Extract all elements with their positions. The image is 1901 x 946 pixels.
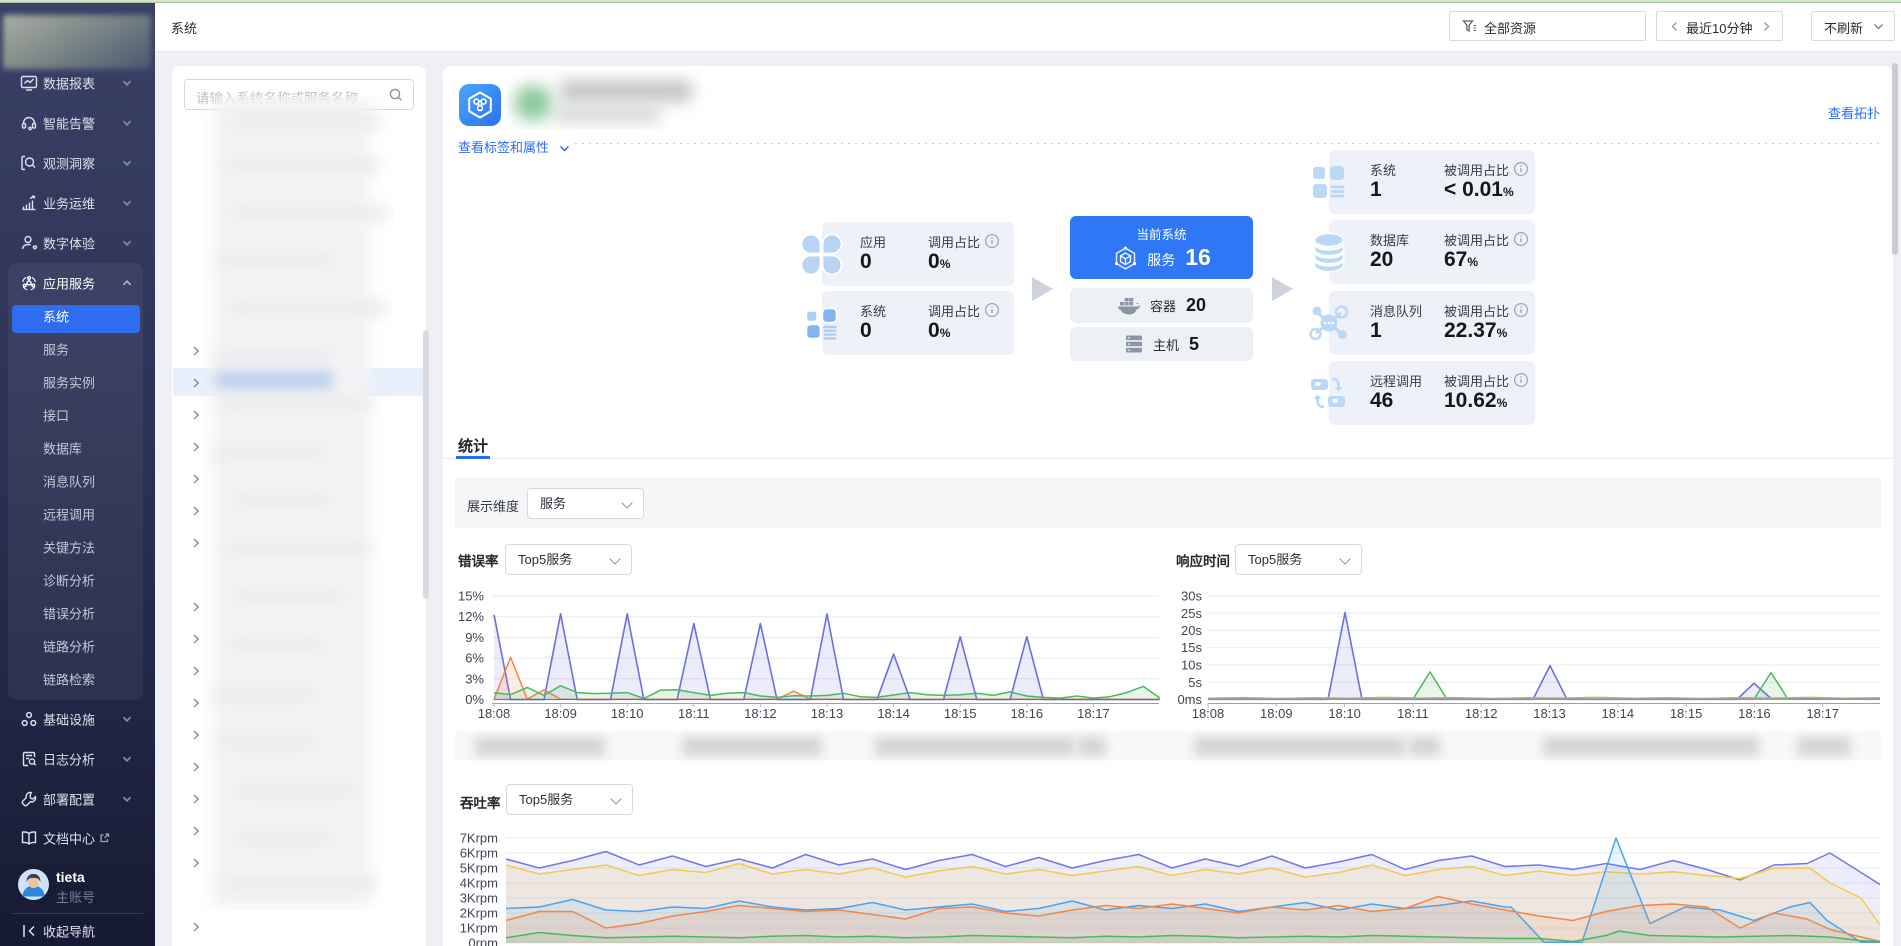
svg-text:6%: 6% [465, 651, 484, 666]
svg-text:18:12: 18:12 [1465, 706, 1498, 721]
svg-text:3Krpm: 3Krpm [460, 891, 498, 906]
svg-text:5s: 5s [1188, 675, 1202, 690]
svg-text:5Krpm: 5Krpm [460, 861, 498, 876]
svg-text:10s: 10s [1181, 658, 1202, 673]
svg-text:6Krpm: 6Krpm [460, 846, 498, 861]
svg-text:3%: 3% [465, 671, 484, 686]
svg-text:12%: 12% [458, 609, 484, 624]
svg-text:18:11: 18:11 [1397, 706, 1429, 721]
svg-text:0%: 0% [465, 692, 484, 707]
svg-text:18:08: 18:08 [1192, 706, 1225, 721]
svg-text:15%: 15% [458, 589, 484, 604]
svg-text:0rpm: 0rpm [468, 936, 498, 946]
svg-text:0ms: 0ms [1177, 692, 1202, 707]
svg-text:30s: 30s [1181, 589, 1202, 604]
svg-text:9%: 9% [465, 630, 484, 645]
svg-text:18:09: 18:09 [544, 706, 577, 721]
svg-text:18:12: 18:12 [744, 706, 777, 721]
svg-text:18:16: 18:16 [1011, 706, 1044, 721]
svg-text:18:17: 18:17 [1077, 706, 1110, 721]
svg-text:18:14: 18:14 [1602, 706, 1635, 721]
svg-text:20s: 20s [1181, 623, 1202, 638]
svg-text:18:10: 18:10 [611, 706, 644, 721]
svg-text:18:14: 18:14 [877, 706, 910, 721]
svg-text:18:10: 18:10 [1328, 706, 1361, 721]
svg-text:7Krpm: 7Krpm [460, 831, 498, 846]
svg-text:4Krpm: 4Krpm [460, 876, 498, 891]
svg-text:18:15: 18:15 [1670, 706, 1703, 721]
svg-text:18:15: 18:15 [944, 706, 977, 721]
svg-text:2Krpm: 2Krpm [460, 906, 498, 921]
svg-text:18:08: 18:08 [478, 706, 511, 721]
svg-text:18:13: 18:13 [811, 706, 844, 721]
svg-text:25s: 25s [1181, 606, 1202, 621]
svg-text:18:17: 18:17 [1806, 706, 1839, 721]
svg-text:1Krpm: 1Krpm [460, 921, 498, 936]
svg-text:18:16: 18:16 [1738, 706, 1771, 721]
svg-text:18:11: 18:11 [678, 706, 710, 721]
svg-text:15s: 15s [1181, 640, 1202, 655]
svg-text:18:09: 18:09 [1260, 706, 1293, 721]
svg-text:18:13: 18:13 [1533, 706, 1566, 721]
